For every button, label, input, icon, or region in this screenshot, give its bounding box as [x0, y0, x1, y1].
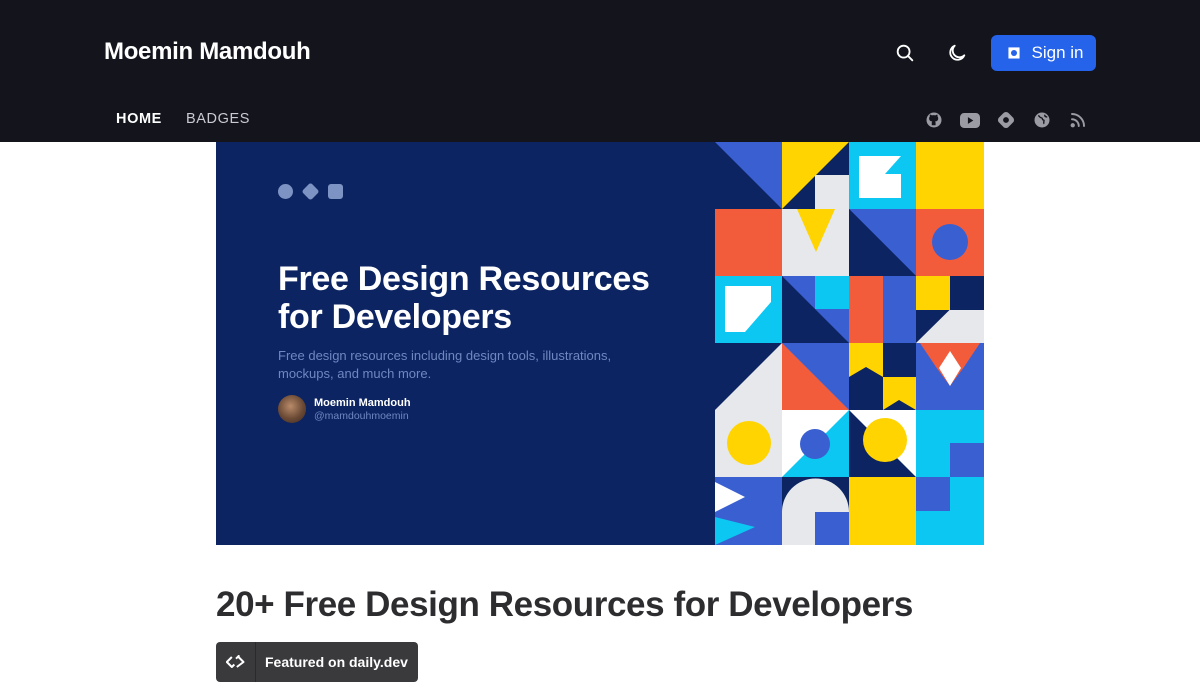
hashnode-icon: [301, 182, 320, 201]
geometric-mosaic-illustration: [715, 142, 984, 545]
search-icon[interactable]: [892, 40, 918, 66]
sign-in-button[interactable]: Sign in: [991, 35, 1096, 71]
hero-social-icons: [278, 182, 343, 201]
site-header: Moemin Mamdouh Sign in HOME BADGES: [0, 0, 1200, 142]
twitter-icon: [278, 184, 293, 199]
rss-icon[interactable]: [1068, 110, 1088, 130]
sign-in-label: Sign in: [1031, 43, 1084, 62]
daily-dev-logo-icon: [216, 642, 256, 682]
cover-image: Free Design Resources for Developers Fre…: [216, 142, 984, 545]
cover-author-name: Moemin Mamdouh: [314, 397, 411, 409]
daily-dev-badge[interactable]: Featured on daily.dev: [216, 642, 418, 682]
cover-subtitle: Free design resources including design t…: [278, 348, 612, 381]
article-title: 20+ Free Design Resources for Developers: [216, 585, 913, 624]
cover-title: Free Design Resources for Developers: [278, 260, 650, 336]
hashnode-logo-icon: [1007, 47, 1020, 59]
author-avatar: [278, 395, 306, 423]
nav-home[interactable]: HOME: [116, 111, 162, 127]
github-icon[interactable]: [924, 110, 944, 130]
youtube-icon[interactable]: [960, 110, 980, 130]
hashnode-icon[interactable]: [996, 110, 1016, 130]
globe-icon[interactable]: [1032, 110, 1052, 130]
nav-badges[interactable]: BADGES: [186, 111, 250, 127]
daily-dev-badge-label: Featured on daily.dev: [265, 654, 408, 670]
cover-author-handle: @mamdouhmoemin: [314, 410, 409, 422]
ih-icon: [328, 184, 343, 199]
moon-icon[interactable]: [944, 40, 970, 66]
site-title[interactable]: Moemin Mamdouh: [104, 38, 311, 66]
